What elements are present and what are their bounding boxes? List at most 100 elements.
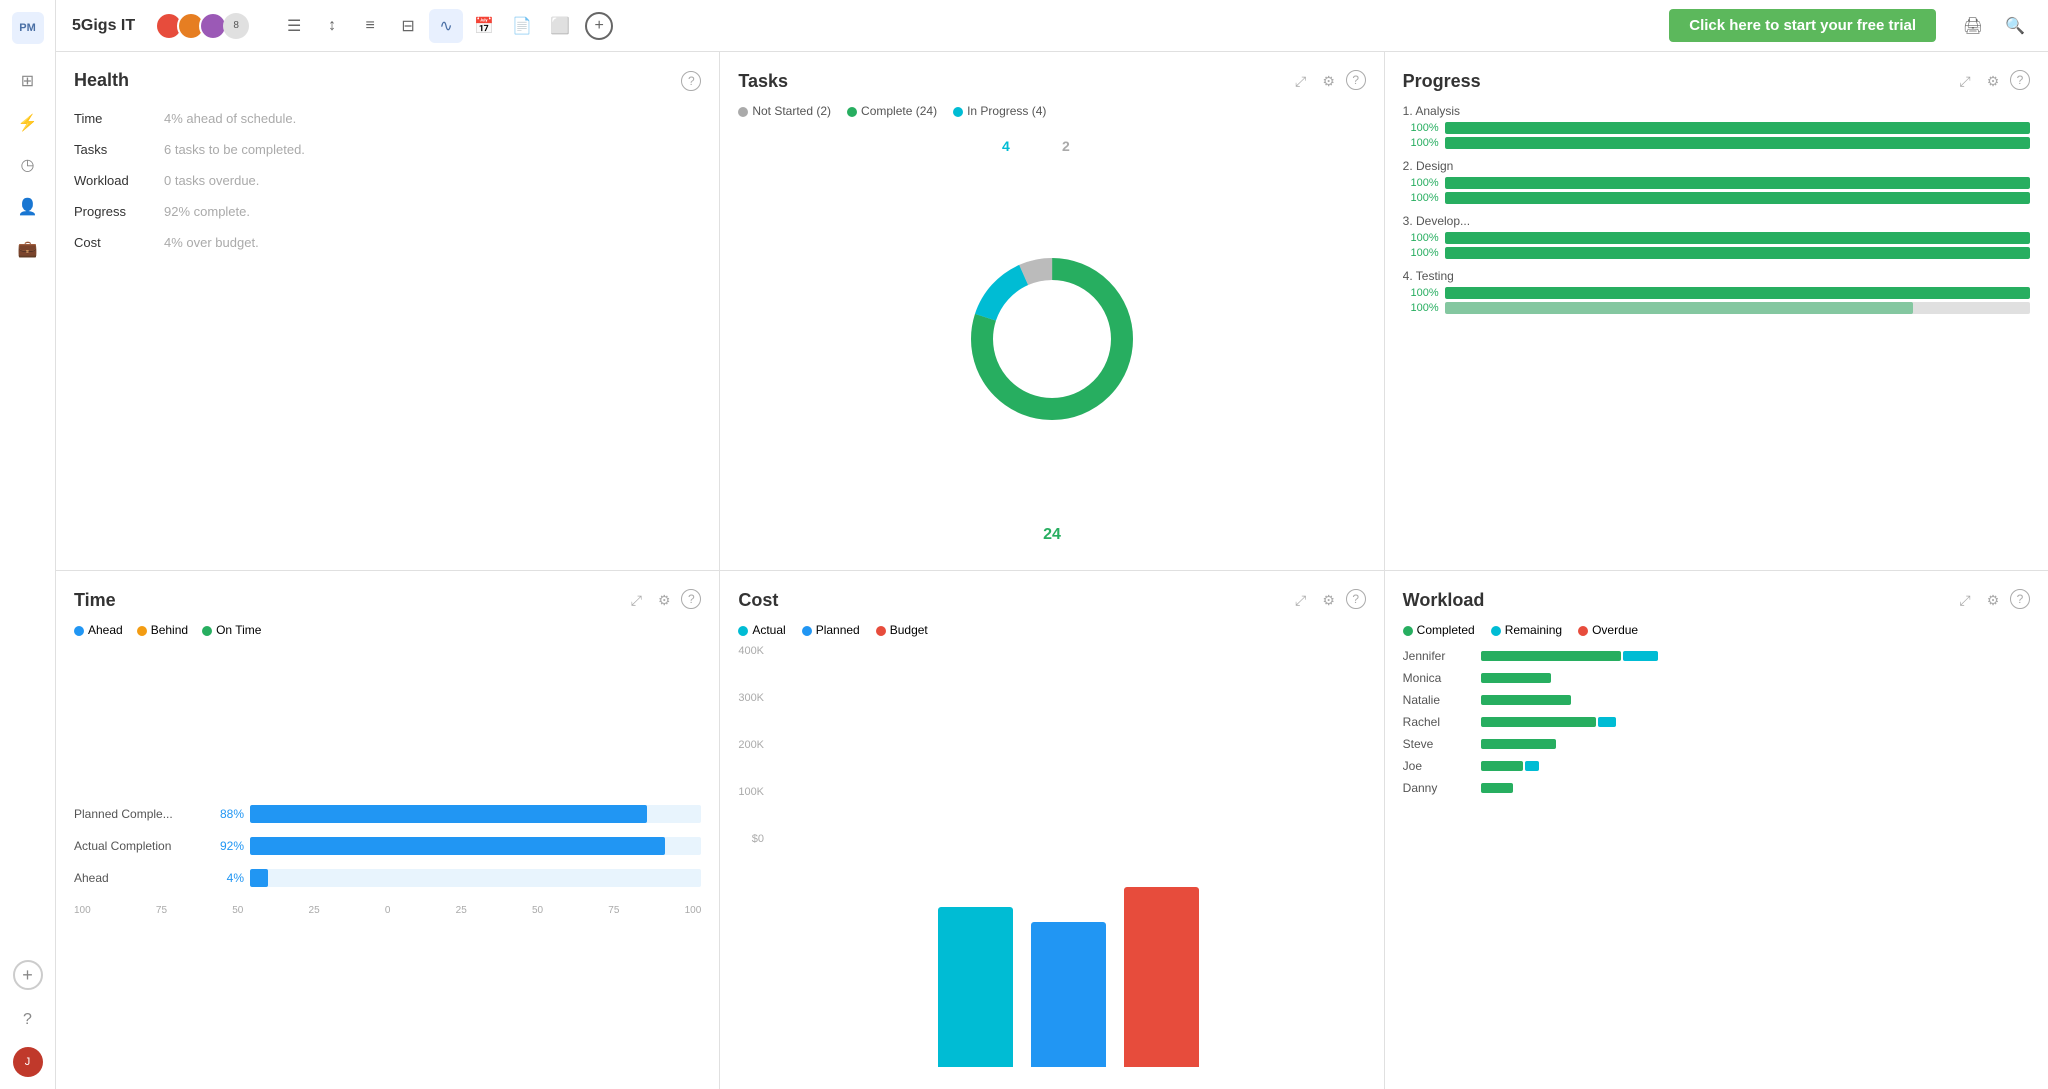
donut-label-in-progress: 4 xyxy=(1002,138,1010,154)
cost-help-icon[interactable]: ? xyxy=(1346,589,1366,609)
section-develop-title: 3. Develop... xyxy=(1403,214,2030,228)
topbar-filter-icon[interactable]: ≡ xyxy=(353,9,387,43)
topbar: 5Gigs IT 8 ☰ ↕ ≡ ⊟ ∿ 📅 📄 ⬜ + Click here … xyxy=(56,0,2048,52)
topbar-board-icon[interactable]: ⬜ xyxy=(543,9,577,43)
sidebar-icon-portfolio[interactable]: 💼 xyxy=(10,231,46,267)
workload-name-joe: Joe xyxy=(1403,759,1473,773)
legend-planned: Planned xyxy=(802,623,860,637)
workload-bars-monica xyxy=(1481,673,2030,683)
sidebar-icon-analytics[interactable]: ⚡ xyxy=(10,105,46,141)
time-label-actual: Actual Completion xyxy=(74,839,204,853)
topbar-add-view-button[interactable]: + xyxy=(585,12,613,40)
time-chart-area: Planned Comple... 88% Actual Completion … xyxy=(74,649,701,1071)
health-value-time: 4% ahead of schedule. xyxy=(164,103,701,134)
sidebar-add-button[interactable]: + xyxy=(13,960,43,990)
time-expand-icon[interactable]: ⤢ xyxy=(625,589,647,611)
app-logo[interactable]: PM xyxy=(12,12,44,44)
project-avatars: 8 xyxy=(155,12,249,40)
progress-content: 1. Analysis 100% 100% 2. Design 100% xyxy=(1403,104,2030,552)
time-bar-actual-fill xyxy=(250,837,665,855)
time-bar-ahead-track xyxy=(250,869,701,887)
avatar-count[interactable]: 8 xyxy=(223,13,249,39)
workload-name-danny: Danny xyxy=(1403,781,1473,795)
workload-settings-icon[interactable]: ⚙ xyxy=(1982,589,2004,611)
workload-bars-joe xyxy=(1481,761,2030,771)
tasks-help-icon[interactable]: ? xyxy=(1346,70,1366,90)
cost-settings-icon[interactable]: ⚙ xyxy=(1318,589,1340,611)
tasks-panel: Tasks ⤢ ⚙ ? Not Started (2) Complete (24… xyxy=(720,52,1383,570)
cta-banner[interactable]: Click here to start your free trial xyxy=(1669,9,1936,42)
donut-svg xyxy=(952,239,1152,439)
main-content: 5Gigs IT 8 ☰ ↕ ≡ ⊟ ∿ 📅 📄 ⬜ + Click here … xyxy=(56,0,2048,1089)
workload-name-rachel: Rachel xyxy=(1403,715,1473,729)
health-label-workload: Workload xyxy=(74,165,164,196)
donut-label-complete: 24 xyxy=(1043,526,1061,544)
health-help-icon[interactable]: ? xyxy=(681,71,701,91)
workload-steve: Steve xyxy=(1403,737,2030,751)
tasks-expand-icon[interactable]: ⤢ xyxy=(1290,70,1312,92)
sidebar-icon-home[interactable]: ⊞ xyxy=(10,63,46,99)
progress-help-icon[interactable]: ? xyxy=(2010,70,2030,90)
design-bar-2: 100% xyxy=(1403,192,2030,204)
sidebar-help-button[interactable]: ? xyxy=(10,1002,46,1038)
sidebar-icon-people[interactable]: 👤 xyxy=(10,189,46,225)
workload-monica: Monica xyxy=(1403,671,2030,685)
topbar-view-icons: ☰ ↕ ≡ ⊟ ∿ 📅 📄 ⬜ + xyxy=(277,9,613,43)
time-title: Time xyxy=(74,590,116,611)
legend-remaining: Remaining xyxy=(1491,623,1562,637)
legend-on-time: On Time xyxy=(202,623,261,637)
sidebar-bottom: + ? J xyxy=(10,957,46,1077)
workload-help-icon[interactable]: ? xyxy=(2010,589,2030,609)
topbar-search-icon[interactable]: 🔍 xyxy=(1998,9,2032,43)
health-label-cost: Cost xyxy=(74,227,164,258)
progress-settings-icon[interactable]: ⚙ xyxy=(1982,70,2004,92)
health-title: Health xyxy=(74,70,129,91)
topbar-doc-icon[interactable]: 📄 xyxy=(505,9,539,43)
cost-bars-container xyxy=(772,645,1366,1071)
tasks-legend: Not Started (2) Complete (24) In Progres… xyxy=(738,104,1365,118)
topbar-calendar-icon[interactable]: 📅 xyxy=(467,9,501,43)
topbar-sort-icon[interactable]: ↕ xyxy=(315,9,349,43)
sidebar-user-avatar[interactable]: J xyxy=(13,1047,43,1077)
time-settings-icon[interactable]: ⚙ xyxy=(653,589,675,611)
time-help-icon[interactable]: ? xyxy=(681,589,701,609)
health-value-progress: 92% complete. xyxy=(164,196,701,227)
progress-title: Progress xyxy=(1403,71,1481,92)
progress-section-testing: 4. Testing 100% 100% xyxy=(1403,269,2030,314)
cost-bar-planned xyxy=(1031,922,1106,1067)
health-row-workload: Workload 0 tasks overdue. xyxy=(74,165,701,196)
cost-bar-budget xyxy=(1124,887,1199,1067)
legend-behind: Behind xyxy=(137,623,188,637)
health-value-workload: 0 tasks overdue. xyxy=(164,165,701,196)
topbar-right-icons: 🖨 🔍 xyxy=(1956,9,2032,43)
workload-bars-rachel xyxy=(1481,717,2030,727)
topbar-grid-icon[interactable]: ⊟ xyxy=(391,9,425,43)
time-bar-ahead-fill xyxy=(250,869,268,887)
sidebar-icon-time[interactable]: ◷ xyxy=(10,147,46,183)
workload-joe: Joe xyxy=(1403,759,2030,773)
health-row-progress: Progress 92% complete. xyxy=(74,196,701,227)
time-bar-planned-fill xyxy=(250,805,647,823)
topbar-print-icon[interactable]: 🖨 xyxy=(1956,9,1990,43)
time-bar-planned: Planned Comple... 88% xyxy=(74,805,701,823)
health-label-time: Time xyxy=(74,103,164,134)
progress-panel-icons: ⤢ ⚙ ? xyxy=(1954,70,2030,92)
health-panel-header: Health ? xyxy=(74,70,701,91)
tasks-settings-icon[interactable]: ⚙ xyxy=(1318,70,1340,92)
health-label-tasks: Tasks xyxy=(74,134,164,165)
cost-bar-actual xyxy=(938,907,1013,1067)
cost-panel-header: Cost ⤢ ⚙ ? xyxy=(738,589,1365,611)
workload-expand-icon[interactable]: ⤢ xyxy=(1954,589,1976,611)
time-label-ahead: Ahead xyxy=(74,871,204,885)
health-panel: Health ? Time 4% ahead of schedule. Task… xyxy=(56,52,719,570)
workload-bars-natalie xyxy=(1481,695,2030,705)
section-design-title: 2. Design xyxy=(1403,159,2030,173)
sidebar: PM ⊞ ⚡ ◷ 👤 💼 + ? J xyxy=(0,0,56,1089)
cost-expand-icon[interactable]: ⤢ xyxy=(1290,589,1312,611)
progress-section-develop: 3. Develop... 100% 100% xyxy=(1403,214,2030,259)
cost-panel: Cost ⤢ ⚙ ? Actual Planned Budget 400K 30… xyxy=(720,571,1383,1089)
topbar-menu-icon[interactable]: ☰ xyxy=(277,9,311,43)
progress-expand-icon[interactable]: ⤢ xyxy=(1954,70,1976,92)
health-table: Time 4% ahead of schedule. Tasks 6 tasks… xyxy=(74,103,701,258)
topbar-chart-icon[interactable]: ∿ xyxy=(429,9,463,43)
